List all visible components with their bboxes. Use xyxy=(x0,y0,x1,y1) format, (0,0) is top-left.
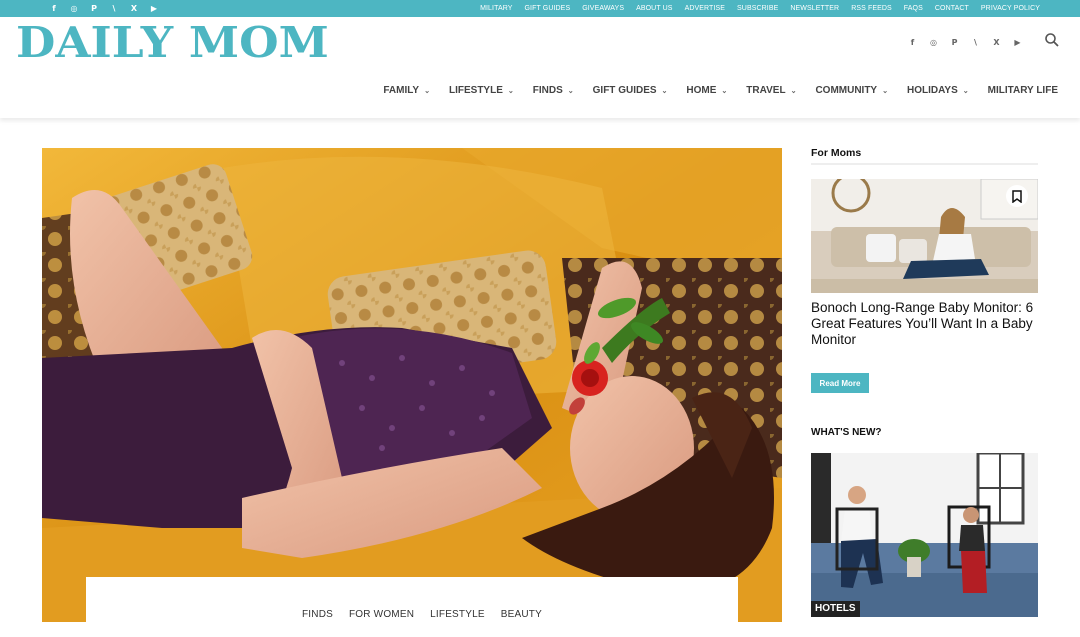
nav-item-lifestyle[interactable]: LIFESTYLE ⌄ xyxy=(430,85,514,97)
header-social-links: f ◎ P \ X ▶ xyxy=(902,35,1028,49)
nav-item-home[interactable]: HOME ⌄ xyxy=(667,85,727,97)
article-title[interactable]: Bonoch Long-Range Baby Monitor: 6 Great … xyxy=(811,300,1038,348)
tag-finds[interactable]: FINDS xyxy=(302,609,333,620)
top-bar: f ◎ P \ X ▶ MILITARY GIFT GUIDES GIVEAWA… xyxy=(0,0,1080,17)
facebook-icon[interactable]: f xyxy=(902,35,923,49)
hero-tags: FINDS FOR WOMEN LIFESTYLE BEAUTY xyxy=(302,609,542,620)
rss-icon[interactable]: \ xyxy=(965,35,986,49)
whats-new-title: WHAT'S NEW? xyxy=(811,427,882,438)
nav-item-military-life[interactable]: MILITARY LIFE xyxy=(969,85,1058,97)
nav-item-holidays[interactable]: HOLIDAYS ⌄ xyxy=(888,85,969,97)
x-icon[interactable]: X xyxy=(986,35,1007,49)
instagram-icon[interactable]: ◎ xyxy=(64,0,84,17)
top-social-links: f ◎ P \ X ▶ xyxy=(44,0,164,17)
nav-item-gift-guides[interactable]: GIFT GUIDES ⌄ xyxy=(574,85,668,97)
top-link-faqs[interactable]: FAQS xyxy=(904,5,923,12)
youtube-icon[interactable]: ▶ xyxy=(144,0,164,17)
site-logo[interactable]: DAILY MOM xyxy=(16,20,329,66)
nav-label: GIFT GUIDES xyxy=(592,84,657,97)
section-title: For Moms xyxy=(811,145,1038,165)
nav-label: COMMUNITY xyxy=(815,84,878,97)
nav-label: FAMILY xyxy=(383,84,420,97)
nav-label: LIFESTYLE xyxy=(448,84,503,97)
pinterest-icon[interactable]: P xyxy=(84,0,104,17)
rss-icon[interactable]: \ xyxy=(104,0,124,17)
site-header: DAILY MOM f ◎ P \ X ▶ FAMILY ⌄ LIFESTYLE ⌄… xyxy=(0,17,1080,118)
nav-label: HOLIDAYS xyxy=(906,84,958,97)
pinterest-icon[interactable]: P xyxy=(944,35,965,49)
top-links: MILITARY GIFT GUIDES GIVEAWAYS ABOUT US … xyxy=(480,0,1040,17)
nav-label: HOME xyxy=(686,84,717,97)
tag-lifestyle[interactable]: LIFESTYLE xyxy=(430,609,485,620)
search-icon[interactable] xyxy=(1044,32,1060,48)
top-link-gift-guides[interactable]: GIFT GUIDES xyxy=(525,5,571,12)
instagram-icon[interactable]: ◎ xyxy=(923,35,944,49)
tag-for-women[interactable]: FOR WOMEN xyxy=(349,609,414,620)
top-link-rss-feeds[interactable]: RSS FEEDS xyxy=(851,5,892,12)
nav-label: MILITARY LIFE xyxy=(987,84,1058,97)
top-link-contact[interactable]: CONTACT xyxy=(935,5,969,12)
top-link-about-us[interactable]: ABOUT US xyxy=(636,5,672,12)
top-link-advertise[interactable]: ADVERTISE xyxy=(685,5,725,12)
top-link-newsletter[interactable]: NEWSLETTER xyxy=(790,5,839,12)
tag-beauty[interactable]: BEAUTY xyxy=(501,609,542,620)
nav-label: FINDS xyxy=(532,84,563,97)
sidebar: For Moms Bonoch Long-Range Baby Monitor:… xyxy=(811,145,1038,617)
article-thumbnail[interactable] xyxy=(811,179,1038,293)
nav-item-family[interactable]: FAMILY ⌄ xyxy=(364,85,430,97)
whats-new-thumbnail[interactable] xyxy=(811,453,1038,617)
read-more-button[interactable]: Read More xyxy=(811,373,869,393)
main-nav: FAMILY ⌄ LIFESTYLE ⌄ FINDS ⌄ GIFT GUIDES ⌄ H… xyxy=(364,85,1058,97)
youtube-icon[interactable]: ▶ xyxy=(1007,35,1028,49)
nav-item-community[interactable]: COMMUNITY ⌄ xyxy=(796,85,888,97)
facebook-icon[interactable]: f xyxy=(44,0,64,17)
category-badge[interactable]: HOTELS xyxy=(811,601,860,617)
top-link-giveaways[interactable]: GIVEAWAYS xyxy=(582,5,624,12)
bookmark-icon[interactable] xyxy=(1006,185,1028,207)
hero-image[interactable] xyxy=(42,148,782,622)
nav-item-travel[interactable]: TRAVEL ⌄ xyxy=(727,85,796,97)
top-link-military[interactable]: MILITARY xyxy=(480,5,512,12)
top-link-privacy-policy[interactable]: PRIVACY POLICY xyxy=(981,5,1040,12)
hero-caption-card xyxy=(86,577,738,637)
top-link-subscribe[interactable]: SUBSCRIBE xyxy=(737,5,778,12)
x-icon[interactable]: X xyxy=(124,0,144,17)
nav-item-finds[interactable]: FINDS ⌄ xyxy=(514,85,574,97)
nav-label: TRAVEL xyxy=(746,84,786,97)
